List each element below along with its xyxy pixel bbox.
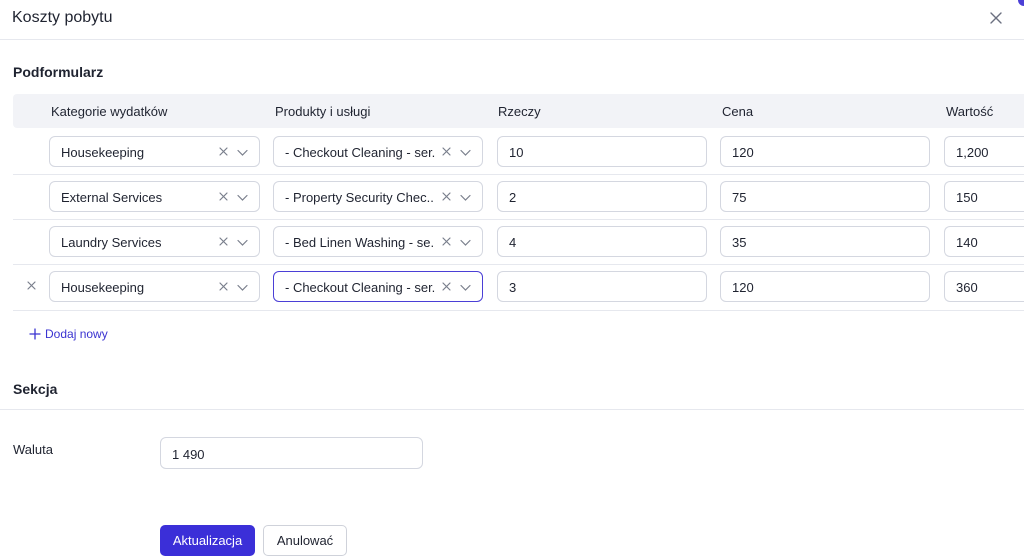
close-icon[interactable] [988, 10, 1004, 26]
value-value: 150 [956, 190, 978, 205]
column-header-products: Produkty i usługi [275, 104, 371, 119]
row-divider [13, 219, 1024, 220]
product-select[interactable]: - Bed Linen Washing - se... [273, 226, 483, 257]
clear-icon[interactable] [440, 190, 453, 203]
chevron-down-icon[interactable] [459, 281, 472, 294]
product-select-value: - Checkout Cleaning - ser... [285, 280, 435, 295]
section-divider [0, 409, 1024, 410]
category-select[interactable]: Housekeeping [49, 136, 260, 167]
price-input[interactable]: 35 [720, 226, 930, 257]
product-select-value: - Bed Linen Washing - se... [285, 235, 435, 250]
product-select[interactable]: - Checkout Cleaning - ser... [273, 136, 483, 167]
price-input[interactable]: 120 [720, 271, 930, 302]
quantity-input[interactable]: 2 [497, 181, 707, 212]
clear-icon[interactable] [440, 235, 453, 248]
price-value: 120 [732, 280, 754, 295]
price-value: 120 [732, 145, 754, 160]
quantity-value: 2 [509, 190, 517, 205]
quantity-input[interactable]: 3 [497, 271, 707, 302]
section-title: Sekcja [13, 381, 58, 397]
category-select[interactable]: Housekeeping [49, 271, 260, 302]
quantity-value: 4 [509, 235, 517, 250]
dialog-title: Koszty pobytu [12, 9, 113, 26]
update-button[interactable]: Aktualizacja [160, 525, 255, 556]
chevron-down-icon[interactable] [236, 236, 249, 249]
column-header-category: Kategorie wydatków [51, 104, 168, 119]
value-input[interactable]: 150 [944, 181, 1024, 212]
column-header-price: Cena [722, 104, 754, 119]
category-select-value: Housekeeping [61, 145, 145, 160]
product-select[interactable]: - Checkout Cleaning - ser... [273, 271, 483, 302]
quantity-input[interactable]: 10 [497, 136, 707, 167]
currency-label: Waluta [13, 442, 53, 457]
chevron-down-icon[interactable] [459, 146, 472, 159]
currency-value: 1 490 [172, 447, 205, 462]
plus-icon [29, 328, 41, 340]
clear-icon[interactable] [217, 190, 230, 203]
currency-input[interactable]: 1 490 [160, 437, 423, 469]
product-select-value: - Checkout Cleaning - ser... [285, 145, 435, 160]
row-divider [13, 174, 1024, 175]
value-value: 360 [956, 280, 978, 295]
category-select-value: External Services [61, 190, 163, 205]
product-select[interactable]: - Property Security Chec... [273, 181, 483, 212]
clear-icon[interactable] [440, 145, 453, 158]
subform-title: Podformularz [13, 64, 104, 80]
column-header-value: Wartość [946, 104, 994, 119]
row-divider [13, 310, 1024, 311]
quantity-value: 3 [509, 280, 517, 295]
quantity-input[interactable]: 4 [497, 226, 707, 257]
chevron-down-icon[interactable] [459, 191, 472, 204]
price-input[interactable]: 120 [720, 136, 930, 167]
add-new-label: Dodaj nowy [45, 327, 108, 341]
dialog-header: Koszty pobytu [0, 0, 1024, 40]
category-select-value: Housekeeping [61, 280, 145, 295]
clear-icon[interactable] [217, 235, 230, 248]
clear-icon[interactable] [440, 280, 453, 293]
chevron-down-icon[interactable] [236, 191, 249, 204]
price-value: 75 [732, 190, 747, 205]
column-header-items: Rzeczy [498, 104, 541, 119]
subform-header-row: Kategorie wydatków Produkty i usługi Rze… [13, 94, 1024, 128]
chevron-down-icon[interactable] [236, 281, 249, 294]
clear-icon[interactable] [217, 145, 230, 158]
category-select[interactable]: Laundry Services [49, 226, 260, 257]
row-divider [13, 264, 1024, 265]
quantity-value: 10 [509, 145, 524, 160]
value-input[interactable]: 140 [944, 226, 1024, 257]
value-value: 1,200 [956, 145, 989, 160]
clear-icon[interactable] [217, 280, 230, 293]
value-input[interactable]: 1,200 [944, 136, 1024, 167]
price-value: 35 [732, 235, 747, 250]
value-input[interactable]: 360 [944, 271, 1024, 302]
category-select[interactable]: External Services [49, 181, 260, 212]
category-select-value: Laundry Services [61, 235, 162, 250]
price-input[interactable]: 75 [720, 181, 930, 212]
product-select-value: - Property Security Chec... [285, 190, 435, 205]
chevron-down-icon[interactable] [236, 146, 249, 159]
remove-row-icon[interactable] [25, 279, 38, 292]
chevron-down-icon[interactable] [459, 236, 472, 249]
cancel-button[interactable]: Anulować [263, 525, 347, 556]
value-value: 140 [956, 235, 978, 250]
